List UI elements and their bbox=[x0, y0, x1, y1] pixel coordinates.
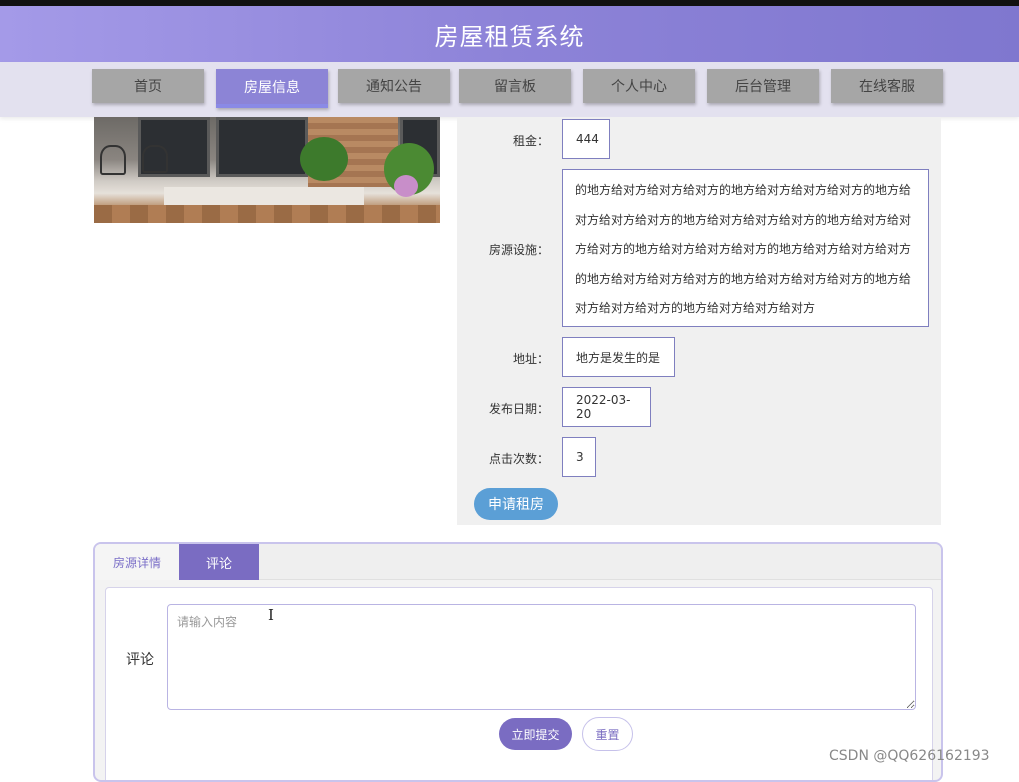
rent-label: 租金： bbox=[512, 134, 549, 148]
address-label: 地址： bbox=[512, 352, 549, 366]
clicks-value: 3 bbox=[562, 437, 596, 477]
site-header: 房屋租赁系统 bbox=[0, 6, 1019, 62]
publish-date-label: 发布日期： bbox=[488, 402, 549, 416]
facilities-line: 对方给对方给对方的地方给对方给对方给对方 bbox=[575, 301, 816, 316]
submit-button[interactable]: 立即提交 bbox=[499, 718, 572, 750]
nav-message-board[interactable]: 留言板 bbox=[459, 69, 571, 103]
apply-rent-button[interactable]: 申请租房 bbox=[474, 488, 558, 520]
main-nav: 首页 房屋信息 通知公告 留言板 个人中心 后台管理 在线客服 bbox=[0, 62, 1019, 117]
text-cursor-icon: I bbox=[268, 606, 274, 624]
house-photo bbox=[94, 117, 440, 223]
nav-personal-center[interactable]: 个人中心 bbox=[583, 69, 695, 103]
nav-admin[interactable]: 后台管理 bbox=[707, 69, 819, 103]
watermark: CSDN @QQ626162193 bbox=[829, 748, 990, 764]
rent-value: 444 bbox=[562, 119, 610, 159]
address-value: 地方是发生的是 bbox=[562, 337, 675, 377]
facilities-line: 对方给对方给对方的地方给对方给对方给对方的地方给对方给对 bbox=[575, 212, 912, 227]
facilities-label: 房源设施： bbox=[488, 243, 549, 257]
nav-home[interactable]: 首页 bbox=[92, 69, 204, 103]
facilities-line: 的地方给对方给对方给对方的地方给对方给对方给对方的地方给 bbox=[575, 271, 912, 286]
tab-house-details[interactable]: 房源详情 bbox=[95, 544, 179, 580]
reset-button[interactable]: 重置 bbox=[582, 717, 633, 751]
facilities-line: 的地方给对方给对方给对方的地方给对方给对方给对方的地方给 bbox=[575, 183, 912, 197]
facilities-value: 的地方给对方给对方给对方的地方给对方给对方给对方的地方给 对方给对方给对方的地方… bbox=[562, 169, 929, 327]
site-title: 房屋租赁系统 bbox=[434, 22, 585, 51]
comment-input[interactable] bbox=[167, 604, 916, 710]
tab-comments[interactable]: 评论 bbox=[179, 544, 259, 580]
nav-online-service[interactable]: 在线客服 bbox=[831, 69, 943, 103]
publish-date-value: 2022-03-20 bbox=[562, 387, 651, 427]
nav-notices[interactable]: 通知公告 bbox=[338, 69, 450, 103]
tab-strip: 房源详情 评论 bbox=[95, 544, 941, 580]
clicks-label: 点击次数： bbox=[488, 452, 549, 466]
comment-label: 评论 bbox=[126, 652, 154, 668]
nav-house-info[interactable]: 房屋信息 bbox=[216, 69, 328, 108]
facilities-line: 方给对方的地方给对方给对方给对方的地方给对方给对方给对方 bbox=[575, 242, 912, 257]
